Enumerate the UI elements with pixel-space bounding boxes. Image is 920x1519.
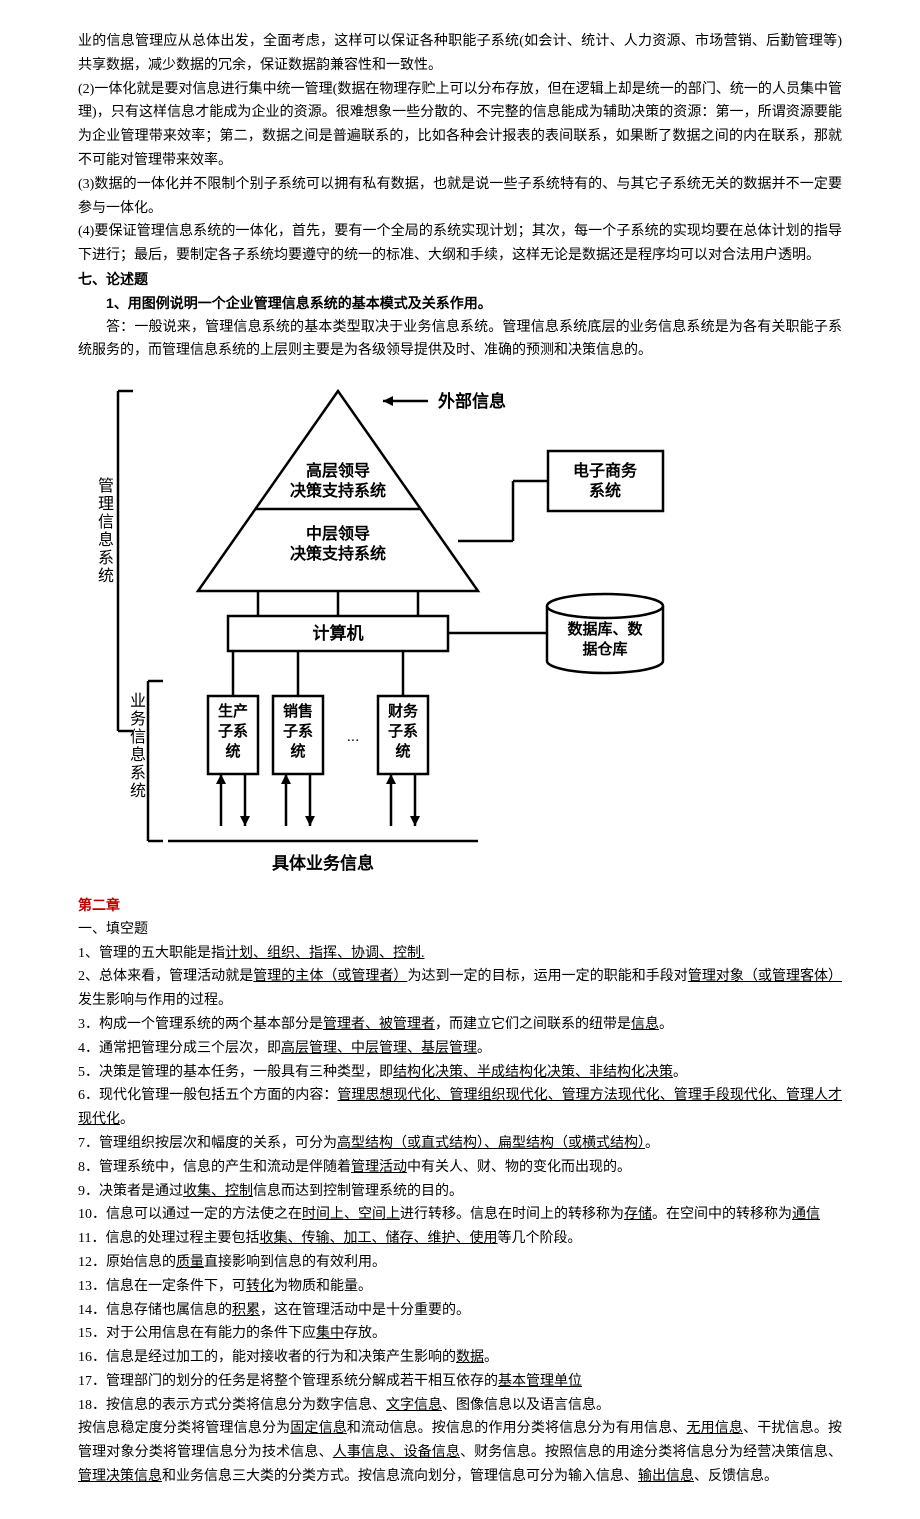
sub3: ... (347, 728, 360, 745)
sub4c: 统 (395, 742, 410, 760)
label-db2: 据仓库 (582, 640, 627, 658)
section7-heading: 七、论述题 (78, 268, 842, 292)
mis-diagram: 管理信息系统 业务信息系统 外部信息 高层领导 决策支持系统 中层领导 决策支持… (78, 371, 842, 890)
fill-item-1: 1、管理的五大职能是指计划、组织、指挥、协调、控制. (78, 942, 842, 966)
fill-item-9: 9．决策者是通过收集、控制信息而达到控制管理系统的目的。 (78, 1180, 842, 1204)
section7-q1: 1、用图例说明一个企业管理信息系统的基本模式及关系作用。 (78, 292, 842, 316)
label-db1: 数据库、数 (567, 620, 643, 638)
label-computer: 计算机 (313, 623, 364, 643)
intro-p0: 业的信息管理应从总体出发，全面考虑，这样可以保证各种职能子系统(如会计、统计、人… (78, 30, 842, 78)
fill-item-18: 18．按信息的表示方式分类将信息分为数字信息、文字信息、图像信息以及语言信息。 (78, 1394, 842, 1418)
sub2c: 统 (290, 742, 305, 760)
fill-item-17: 17．管理部门的划分的任务是将整个管理系统分解成若干相互依存的基本管理单位 (78, 1370, 842, 1394)
label-mid-leader: 中层领导 (306, 524, 370, 543)
chapter2-heading: 第二章 (78, 894, 842, 918)
sub4b: 子系 (388, 723, 418, 740)
sub2b: 子系 (283, 723, 313, 740)
label-ec1: 电子商务 (573, 461, 638, 480)
fill-item-12: 12．原始信息的质量直接影响到信息的有效利用。 (78, 1251, 842, 1275)
fill-item-4: 4．通常把管理分成三个层次，即高层管理、中层管理、基层管理。 (78, 1037, 842, 1061)
intro-p3: (3)数据的一体化并不限制个别子系统可以拥有私有数据，也就是说一些子系统特有的、… (78, 173, 842, 221)
fill-item-13: 13．信息在一定条件下，可转化为物质和能量。 (78, 1275, 842, 1299)
sub1a: 生产 (218, 702, 248, 720)
fill-item-8: 8．管理系统中，信息的产生和流动是伴随着管理活动中有关人、财、物的变化而出现的。 (78, 1156, 842, 1180)
fill-heading: 一、填空题 (78, 918, 842, 942)
label-mis: 管理信息系统 (98, 477, 114, 585)
fill-item-14: 14．信息存储也属信息的积累，这在管理活动中是十分重要的。 (78, 1299, 842, 1323)
intro-p2: (2)一体化就是要对信息进行集中统一管理(数据在物理存贮上可以分布存放，但在逻辑… (78, 78, 842, 173)
fill-item-16: 16．信息是经过加工的，能对接收者的行为和决策产生影响的数据。 (78, 1346, 842, 1370)
label-top-leader: 高层领导 (306, 461, 370, 480)
fill-item-7: 7．管理组织按层次和幅度的关系，可分为高型结构（或直式结构）、扁型结构（或横式结… (78, 1132, 842, 1156)
fill-item-5: 5．决策是管理的基本任务，一般具有三种类型，即结构化决策、半成结构化决策、非结构… (78, 1061, 842, 1085)
label-bottom: 具体业务信息 (271, 853, 374, 873)
tail-paragraph: 按信息稳定度分类将管理信息分为固定信息和流动信息。按信息的作用分类将信息分为有用… (78, 1417, 842, 1488)
fill-item-3: 3．构成一个管理系统的两个基本部分是管理者、被管理者，而建立它们之间联系的纽带是… (78, 1013, 842, 1037)
intro-p4: (4)要保证管理信息系统的一体化，首先，要有一个全局的系统实现计划；其次，每一个… (78, 220, 842, 268)
sub4a: 财务 (388, 702, 419, 720)
label-mid-dss: 决策支持系统 (290, 544, 386, 563)
sub2a: 销售 (283, 702, 313, 720)
label-bis: 业务信息系统 (130, 692, 146, 800)
fill-item-2: 2、总体来看，管理活动就是管理的主体（或管理者）为达到一定的目标，运用一定的职能… (78, 965, 842, 1013)
section7-a1: 答：一般说来，管理信息系统的基本类型取决于业务信息系统。管理信息系统底层的业务信… (78, 316, 842, 364)
fill-items-container: 1、管理的五大职能是指计划、组织、指挥、协调、控制.2、总体来看，管理活动就是管… (78, 942, 842, 1418)
fill-item-10: 10．信息可以通过一定的方法使之在时间上、空间上进行转移。信息在时间上的转移称为… (78, 1203, 842, 1227)
label-ec2: 系统 (589, 481, 621, 500)
sub1b: 子系 (218, 723, 248, 740)
fill-item-15: 15．对于公用信息在有能力的条件下应集中存放。 (78, 1322, 842, 1346)
fill-item-11: 11．信息的处理过程主要包括收集、传输、加工、储存、维护、使用等几个阶段。 (78, 1227, 842, 1251)
sub1c: 统 (225, 742, 240, 760)
label-external: 外部信息 (438, 391, 506, 411)
fill-item-6: 6．现代化管理一般包括五个方面的内容：管理思想现代化、管理组织现代化、管理方法现… (78, 1084, 842, 1132)
label-top-dss: 决策支持系统 (290, 481, 386, 500)
